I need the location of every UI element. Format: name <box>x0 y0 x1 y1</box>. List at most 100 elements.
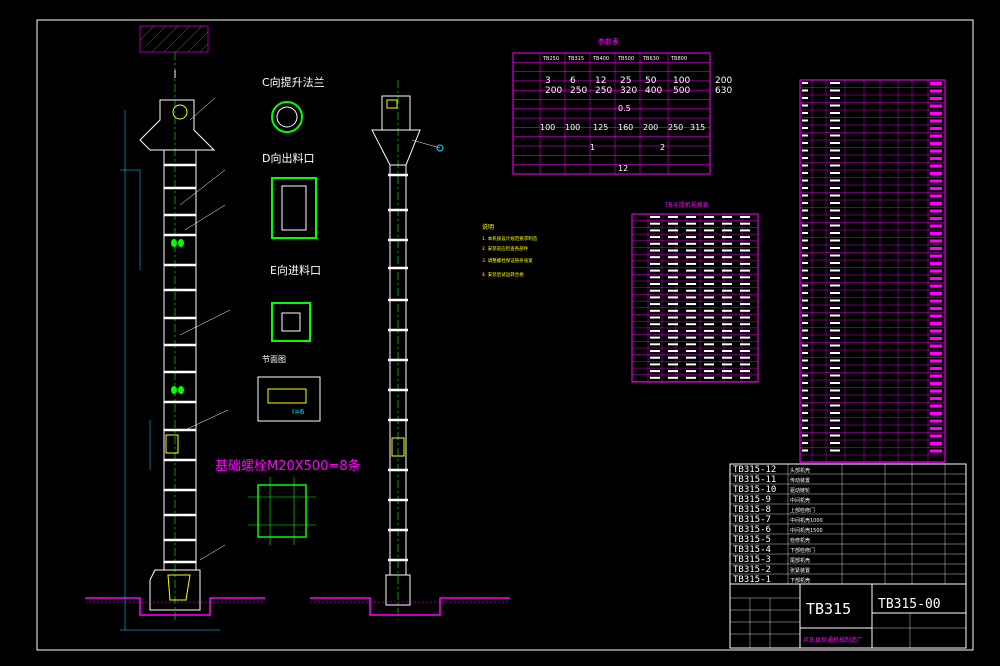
table-text-mark <box>722 316 732 319</box>
table-text-mark <box>830 172 840 174</box>
table-text-mark <box>802 127 808 129</box>
table-text-mark <box>704 276 714 279</box>
table-text-mark <box>668 216 678 218</box>
table-text-mark <box>740 276 750 279</box>
part-name: 驱动链轮 <box>790 487 810 494</box>
table-text-mark <box>668 249 678 252</box>
table-text-mark <box>802 269 808 272</box>
table-text-mark <box>650 323 660 326</box>
param-header-cell: TB500 <box>617 56 634 62</box>
table-text-mark <box>830 434 840 437</box>
table-text-mark <box>802 224 808 227</box>
table-text-mark <box>740 323 750 326</box>
table-text-mark <box>740 316 750 319</box>
table-text-mark <box>830 104 840 107</box>
table-text-mark <box>704 296 714 299</box>
param-mid-cell: 12 <box>618 164 628 173</box>
table-text-mark <box>650 222 660 225</box>
table-text-mark <box>830 412 840 414</box>
table-text-mark <box>802 434 808 437</box>
bill-of-materials-table <box>799 79 946 463</box>
table-text-mark <box>930 389 942 393</box>
table-text-mark <box>704 283 714 285</box>
table-text-mark <box>930 127 942 130</box>
table-text-mark <box>722 276 732 279</box>
table-text-mark <box>740 289 750 292</box>
param-mid-cell: 2 <box>660 143 665 152</box>
table-text-mark <box>650 363 660 366</box>
outlet-d-inner <box>281 185 307 231</box>
table-text-mark <box>830 419 840 422</box>
table-text-mark <box>802 104 808 107</box>
param-cell: 200 <box>545 86 562 96</box>
table-text-mark <box>802 397 808 399</box>
table-text-mark <box>830 262 840 264</box>
table-text-mark <box>686 249 696 252</box>
table-text-mark <box>686 343 696 346</box>
flange-c-inner <box>276 106 298 128</box>
technical-notes: 说明 1. 本机按设计规范要求制造 2. 安装前应检查各部件 3. 调整螺栓保证… <box>482 223 538 278</box>
table-text-mark <box>740 283 750 285</box>
table-text-mark <box>930 299 942 303</box>
table-text-mark <box>686 262 696 265</box>
table-text-mark <box>930 172 942 175</box>
table-text-mark <box>830 389 840 392</box>
table-text-mark <box>830 337 840 339</box>
table-text-mark <box>830 397 840 399</box>
table-text-mark <box>930 434 942 438</box>
table-text-mark <box>830 322 840 324</box>
detail-views: C向提升法兰 D向出料口 E向进料口 节面图 I=6 基础螺栓M20X500=8… <box>215 75 361 545</box>
table-text-mark <box>686 376 696 379</box>
table-text-mark <box>722 216 732 218</box>
drawing-number: TB315-00 <box>878 597 941 612</box>
table-text-mark <box>930 382 942 385</box>
table-text-mark <box>930 397 942 400</box>
table-text-mark <box>650 216 660 218</box>
param-header-cell: TB630 <box>642 56 659 62</box>
table-text-mark <box>930 104 942 108</box>
table-text-mark <box>722 350 732 352</box>
param-cell: 400 <box>645 86 662 96</box>
table-text-mark <box>740 262 750 265</box>
table-text-mark <box>704 329 714 332</box>
table-text-mark <box>802 239 808 242</box>
table-text-mark <box>830 382 840 384</box>
table-text-mark <box>668 289 678 292</box>
table-text-mark <box>830 247 840 249</box>
view-d-label: D向出料口 <box>262 151 314 165</box>
table-text-mark <box>930 232 942 235</box>
param-table-title: 参数表 <box>598 37 619 46</box>
param-mid-cell: 100 <box>565 123 580 132</box>
part-name: 尾部机壳 <box>790 557 810 564</box>
table-text-mark <box>930 352 942 355</box>
part-code: TB315-5 <box>733 535 771 545</box>
anchor-bolt-label: 基础螺栓M20X500=8条 <box>215 458 361 474</box>
table-text-mark <box>830 442 840 444</box>
table-text-mark <box>650 376 660 379</box>
table-text-mark <box>686 296 696 299</box>
table-text-mark <box>722 242 732 245</box>
table-text-mark <box>668 269 678 272</box>
table-text-mark <box>740 236 750 239</box>
table-text-mark <box>650 242 660 245</box>
table-text-mark <box>930 254 942 258</box>
table-text-mark <box>704 216 714 218</box>
part-code: TB315-11 <box>733 475 776 485</box>
table-text-mark <box>650 283 660 285</box>
table-text-mark <box>802 164 808 167</box>
table-text-mark <box>802 412 808 414</box>
table-text-mark <box>704 236 714 239</box>
table-text-mark <box>686 350 696 352</box>
parts-list: TB315-12 头部机壳 TB315-11 传动装置 TB315-10 驱动链轮 TB31… <box>729 463 967 585</box>
table-text-mark <box>802 209 808 212</box>
table-text-mark <box>830 427 840 429</box>
part-name: 上部检修门 <box>790 507 815 514</box>
table-text-mark <box>704 262 714 265</box>
table-text-mark <box>830 367 840 369</box>
part-name: 检修机壳 <box>790 537 810 544</box>
table-text-mark <box>930 164 942 168</box>
table-text-mark <box>802 217 808 219</box>
table-text-mark <box>704 316 714 319</box>
tb-table-title: TB斗提机规格表 <box>664 201 709 209</box>
table-text-mark <box>830 217 840 219</box>
